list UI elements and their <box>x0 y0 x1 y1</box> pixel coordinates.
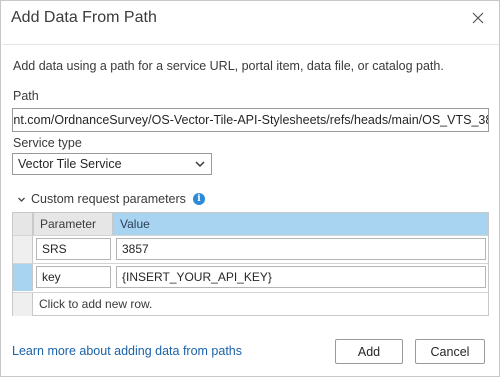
service-type-selected: Vector Tile Service <box>18 157 122 171</box>
parameter-cell[interactable]: SRS <box>36 238 111 260</box>
table-row[interactable]: key {INSERT_YOUR_API_KEY} <box>13 263 488 291</box>
value-cell[interactable]: {INSERT_YOUR_API_KEY} <box>116 266 486 288</box>
chevron-down-icon <box>18 197 25 202</box>
chevron-down-icon <box>195 161 205 167</box>
add-button[interactable]: Add <box>335 339 403 364</box>
dialog-title: Add Data From Path <box>11 9 157 26</box>
add-data-from-path-dialog: Add Data From Path Add data using a path… <box>0 0 500 377</box>
custom-params-toggle[interactable]: Custom request parameters i <box>17 192 205 206</box>
row-header[interactable] <box>13 236 33 263</box>
close-icon <box>472 12 484 24</box>
parameter-cell[interactable]: key <box>36 266 111 288</box>
row-header[interactable] <box>13 264 33 291</box>
custom-params-label: Custom request parameters <box>31 192 186 206</box>
row-header <box>13 293 33 316</box>
info-icon[interactable]: i <box>192 193 205 205</box>
grid-header: Parameter Value <box>13 213 488 235</box>
path-input[interactable]: https://raw.githubusercontent.com/Ordnan… <box>12 108 489 132</box>
column-header-parameter[interactable]: Parameter <box>34 213 113 235</box>
cancel-button[interactable]: Cancel <box>415 339 485 364</box>
value-cell[interactable]: 3857 <box>116 238 486 260</box>
dialog-description: Add data using a path for a service URL,… <box>13 59 444 73</box>
learn-more-link[interactable]: Learn more about adding data from paths <box>12 344 242 358</box>
column-header-value[interactable]: Value <box>114 213 488 235</box>
custom-params-grid: Parameter Value SRS 3857 key {INSERT_YOU… <box>12 212 489 316</box>
service-type-select[interactable]: Vector Tile Service <box>12 153 212 175</box>
add-row-text: Click to add new row. <box>39 297 153 311</box>
service-type-label: Service type <box>13 136 82 150</box>
path-label: Path <box>13 89 39 103</box>
title-separator <box>2 44 499 45</box>
grid-corner <box>13 213 33 235</box>
table-row[interactable]: SRS 3857 <box>13 235 488 263</box>
close-button[interactable] <box>467 7 489 29</box>
add-new-row[interactable]: Click to add new row. <box>13 292 488 316</box>
path-input-value: https://raw.githubusercontent.com/Ordnan… <box>13 113 489 127</box>
